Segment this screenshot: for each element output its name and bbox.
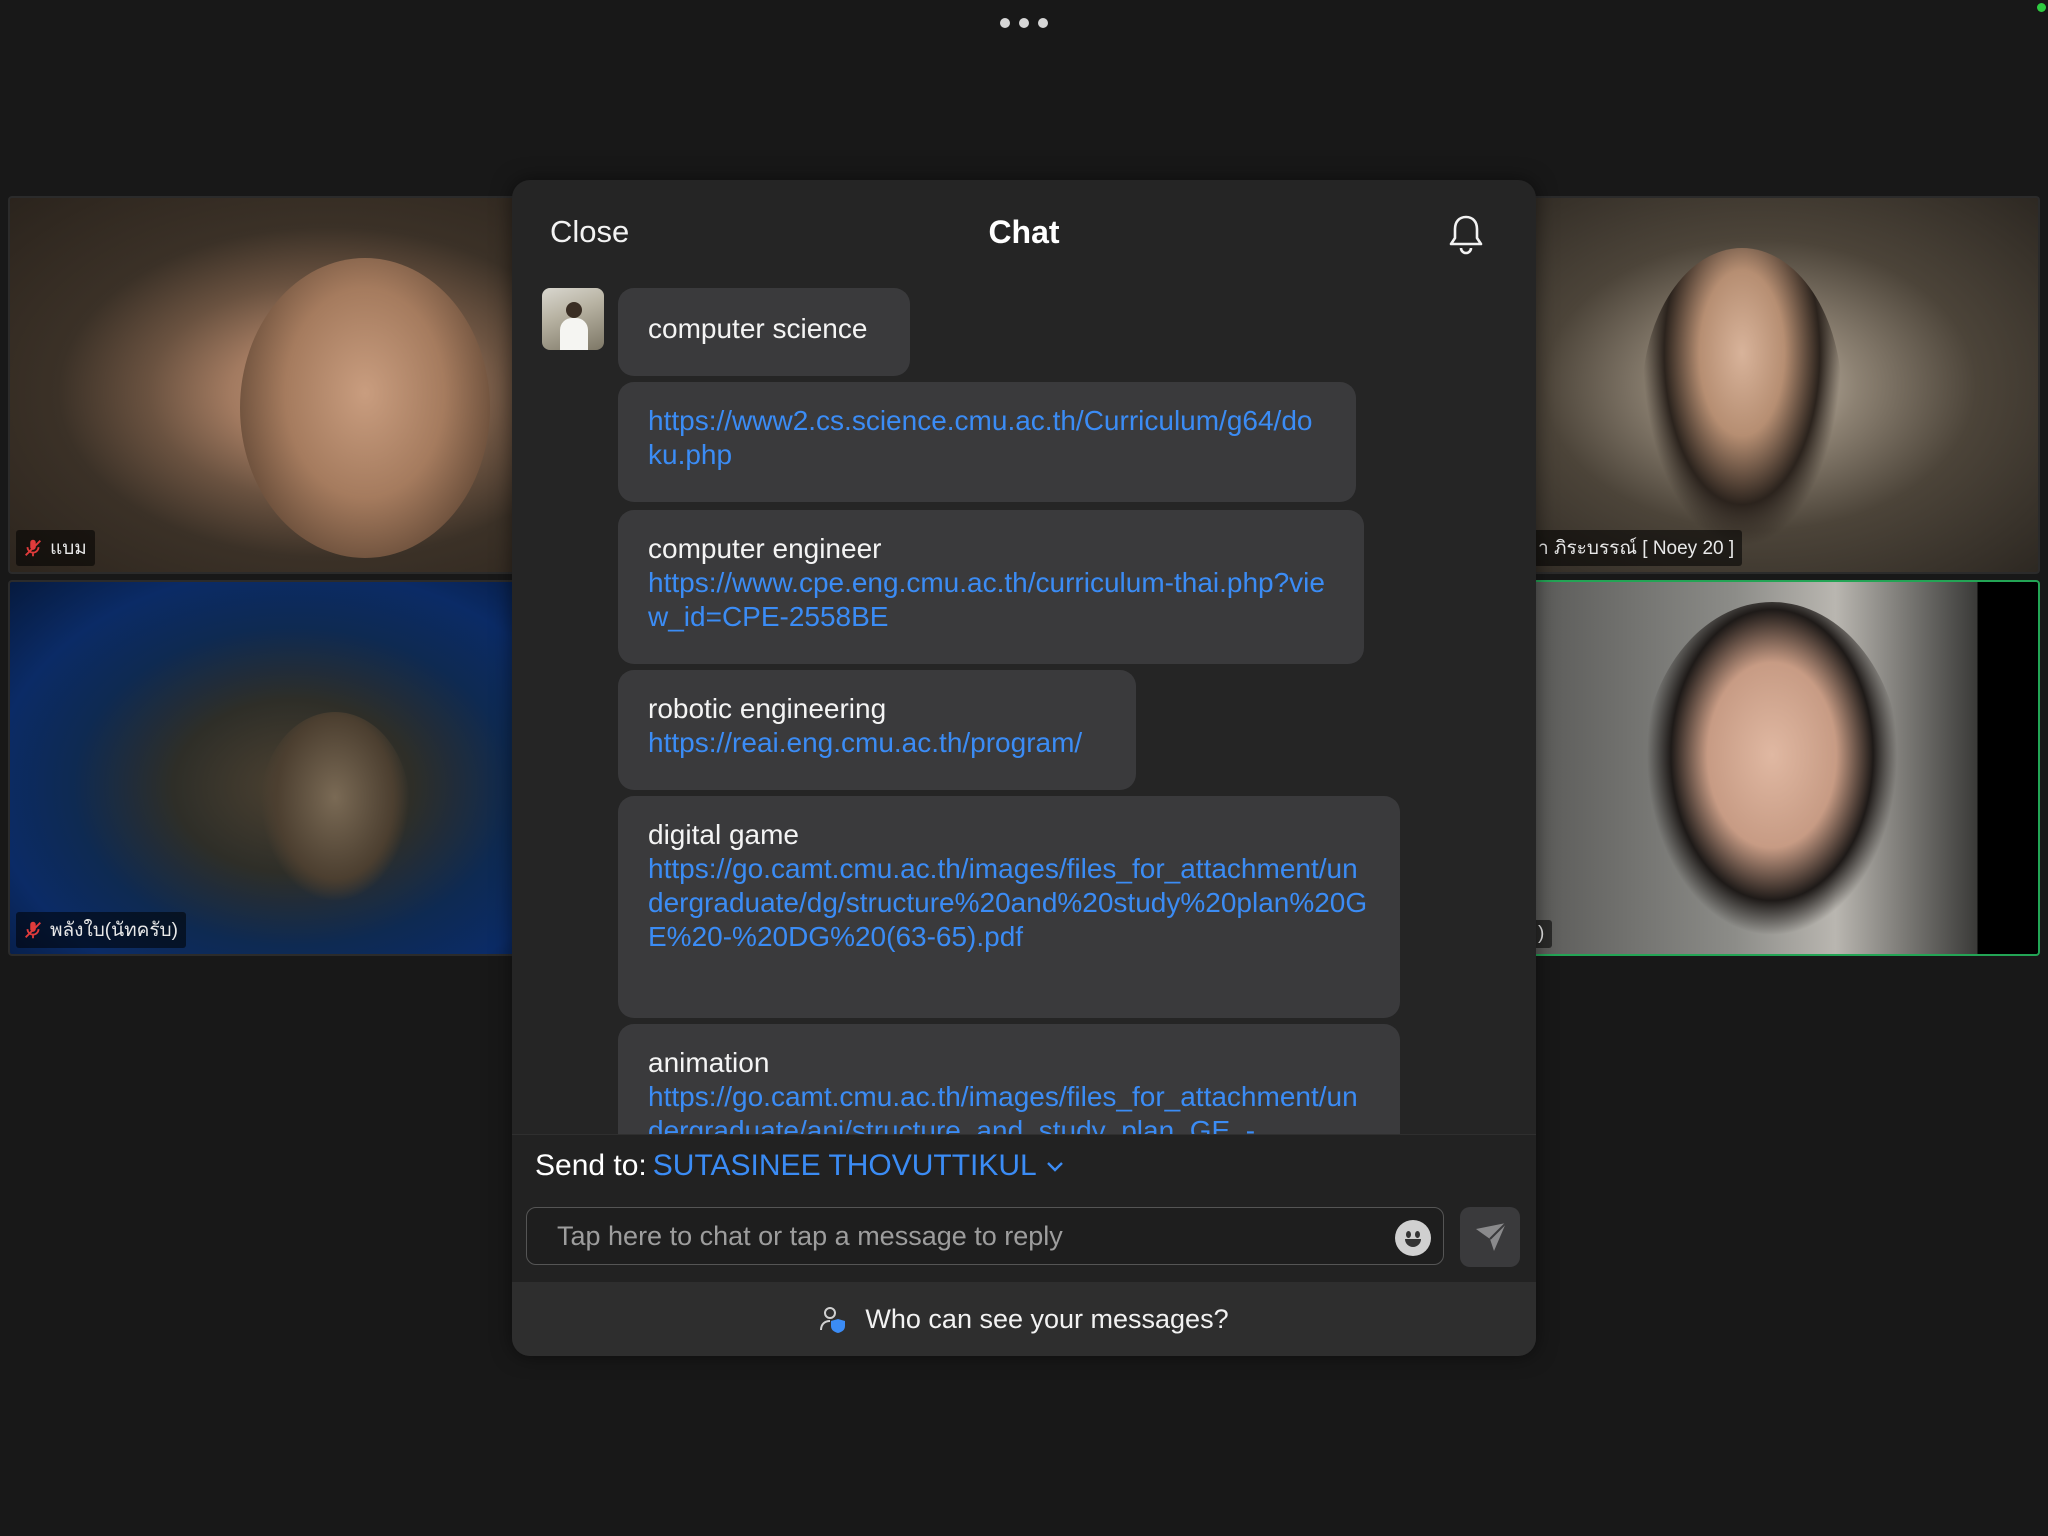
participant-name-tag: า ภิระบรรณ์ [ Noey 20 ] [1532, 530, 1743, 566]
video-tile-participant-1[interactable]: แบม [8, 196, 526, 574]
send-to-row: Send to: SUTASINEE THOVUTTIKUL [535, 1149, 1065, 1183]
message-link[interactable]: https://www.cpe.eng.cmu.ac.th/curriculum… [648, 566, 1334, 634]
participant-video [1642, 248, 1842, 548]
participant-name: แบม [50, 538, 87, 559]
chat-message[interactable]: robotic engineering https://reai.eng.cmu… [618, 670, 1136, 790]
send-button[interactable] [1460, 1207, 1520, 1267]
message-text: computer engineer [648, 533, 882, 564]
connection-status-dot [2037, 3, 2046, 12]
video-tile-participant-2[interactable]: พลังใบ(นัทครับ) [8, 580, 526, 956]
chat-panel: Close Chat computer science https://www2… [512, 180, 1536, 1356]
compose-area: Send to: SUTASINEE THOVUTTIKUL [512, 1134, 1536, 1282]
chat-message[interactable]: computer science [618, 288, 910, 376]
message-link[interactable]: https://www2.cs.science.cmu.ac.th/Curric… [648, 404, 1326, 472]
bell-icon[interactable] [1446, 212, 1486, 256]
emoji-icon[interactable] [1395, 1220, 1431, 1256]
send-to-label: Send to: [535, 1149, 647, 1182]
participant-name-tag: แบม [16, 530, 95, 566]
mic-muted-icon [25, 539, 41, 557]
chat-message[interactable]: computer engineer https://www.cpe.eng.cm… [618, 510, 1364, 664]
who-can-see-button[interactable]: Who can see your messages? [512, 1282, 1536, 1356]
meeting-stage: แบม พลังใบ(นัทครับ) า ภิระบรรณ์ [ Noey 2… [0, 0, 2048, 1536]
more-dots-icon[interactable] [1000, 16, 1048, 30]
message-text: computer science [648, 313, 868, 344]
participant-name: พลังใบ(นัทครับ) [50, 920, 178, 941]
message-link[interactable]: https://go.camt.cmu.ac.th/images/files_f… [648, 852, 1370, 954]
video-tile-participant-3[interactable]: า ภิระบรรณ์ [ Noey 20 ] [1530, 196, 2040, 574]
sender-avatar[interactable] [542, 288, 604, 350]
chat-input[interactable] [557, 1208, 1357, 1264]
participant-name: ) [1538, 923, 1545, 944]
send-icon [1476, 1222, 1507, 1251]
chat-title: Chat [988, 214, 1060, 250]
message-text: robotic engineering [648, 693, 887, 724]
participant-name: า ภิระบรรณ์ [ Noey 20 ] [1538, 538, 1735, 559]
who-can-see-label: Who can see your messages? [865, 1303, 1229, 1334]
participant-name-tag: พลังใบ(นัทครับ) [16, 912, 186, 948]
chat-header: Close Chat [512, 180, 1536, 286]
participant-video [260, 712, 410, 902]
privacy-icon [820, 1307, 846, 1333]
chat-message[interactable]: digital game https://go.camt.cmu.ac.th/i… [618, 796, 1400, 1018]
recipient-name: SUTASINEE THOVUTTIKUL [652, 1149, 1037, 1182]
message-text: digital game [648, 819, 799, 850]
participant-video [240, 258, 490, 558]
chat-message[interactable]: https://www2.cs.science.cmu.ac.th/Curric… [618, 382, 1356, 502]
participant-video [1642, 602, 1902, 942]
message-link[interactable]: https://reai.eng.cmu.ac.th/program/ [648, 726, 1106, 760]
chat-input-wrapper [526, 1207, 1444, 1265]
message-text: animation [648, 1047, 770, 1078]
recipient-dropdown[interactable]: SUTASINEE THOVUTTIKUL [653, 1149, 1065, 1183]
video-tile-participant-4-active-speaker[interactable]: ) [1530, 580, 2040, 956]
chevron-down-icon [1046, 1162, 1063, 1172]
mic-muted-icon [25, 921, 41, 939]
